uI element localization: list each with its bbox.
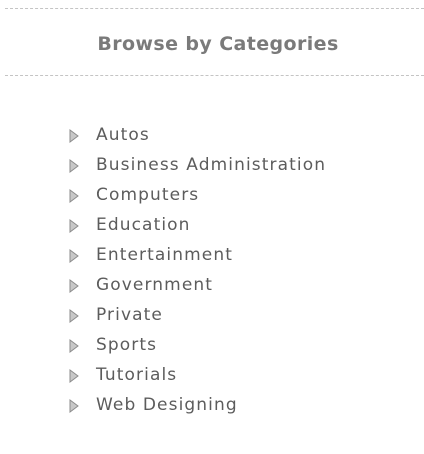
category-item-education[interactable]: Education bbox=[68, 210, 326, 240]
panel-title: Browse by Categories bbox=[97, 33, 339, 55]
category-label: Business Administration bbox=[96, 155, 327, 175]
category-item-government[interactable]: Government bbox=[68, 270, 326, 300]
arrow-right-icon bbox=[68, 278, 80, 293]
category-item-autos[interactable]: Autos bbox=[68, 120, 326, 150]
category-list: Autos Business Administration Computers … bbox=[68, 120, 326, 420]
category-item-private[interactable]: Private bbox=[68, 300, 326, 330]
category-label: Government bbox=[96, 275, 214, 295]
category-label: Entertainment bbox=[96, 245, 233, 265]
category-item-computers[interactable]: Computers bbox=[68, 180, 326, 210]
category-item-sports[interactable]: Sports bbox=[68, 330, 326, 360]
category-label: Education bbox=[96, 215, 191, 235]
category-item-entertainment[interactable]: Entertainment bbox=[68, 240, 326, 270]
browse-categories-panel: Browse by Categories Autos Business Admi… bbox=[0, 0, 424, 454]
category-label: Web Designing bbox=[96, 395, 238, 415]
arrow-right-icon bbox=[68, 188, 80, 203]
category-label: Tutorials bbox=[96, 365, 178, 385]
category-label: Sports bbox=[96, 335, 158, 355]
category-item-tutorials[interactable]: Tutorials bbox=[68, 360, 326, 390]
arrow-right-icon bbox=[68, 368, 80, 383]
bottom-dashed-divider bbox=[5, 75, 424, 76]
category-label: Private bbox=[96, 305, 163, 325]
arrow-right-icon bbox=[68, 158, 80, 173]
arrow-right-icon bbox=[68, 308, 80, 323]
arrow-right-icon bbox=[68, 248, 80, 263]
category-label: Autos bbox=[96, 125, 150, 145]
top-dashed-divider bbox=[5, 8, 424, 9]
arrow-right-icon bbox=[68, 398, 80, 413]
arrow-right-icon bbox=[68, 218, 80, 233]
arrow-right-icon bbox=[68, 338, 80, 353]
category-item-web-designing[interactable]: Web Designing bbox=[68, 390, 326, 420]
arrow-right-icon bbox=[68, 128, 80, 143]
category-item-business-administration[interactable]: Business Administration bbox=[68, 150, 326, 180]
category-label: Computers bbox=[96, 185, 200, 205]
